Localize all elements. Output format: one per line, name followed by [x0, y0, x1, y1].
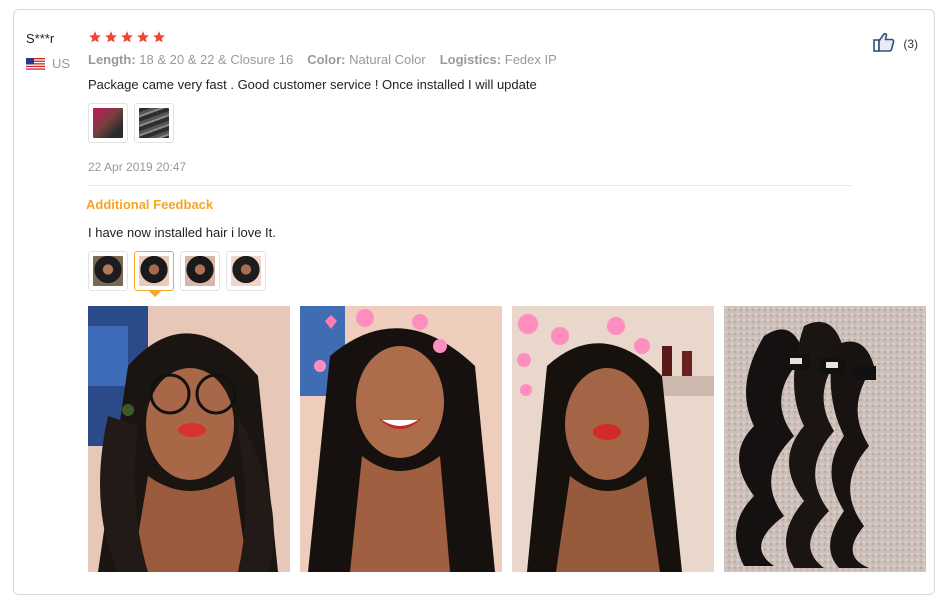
color-label: Color:	[307, 52, 346, 67]
review-text: Package came very fast . Good customer s…	[88, 77, 537, 92]
helpful-count: (3)	[903, 36, 918, 51]
additional-thumbnail[interactable]	[226, 251, 266, 291]
divider	[88, 185, 852, 186]
star-icon	[104, 30, 118, 44]
helpful-button[interactable]: (3)	[873, 32, 918, 55]
review-photo[interactable]	[724, 306, 926, 572]
color-attr: Color: Natural Color	[307, 52, 426, 67]
additional-thumbnails	[88, 251, 266, 297]
us-flag-icon	[26, 57, 45, 70]
review-photo[interactable]	[512, 306, 714, 572]
star-icon	[152, 30, 166, 44]
color-value: Natural Color	[349, 52, 426, 67]
country-code: US	[52, 56, 71, 71]
reviewer-name: S***r	[26, 31, 55, 46]
review-thumbnails	[88, 103, 174, 143]
logistics-attr: Logistics: Fedex IP	[440, 52, 557, 67]
additional-thumbnail[interactable]	[88, 251, 128, 291]
order-attributes: Length: 18 & 20 & 22 & Closure 16 Color:…	[88, 52, 557, 67]
length-value: 18 & 20 & 22 & Closure 16	[139, 52, 294, 67]
additional-feedback-title: Additional Feedback	[86, 197, 214, 212]
length-attr: Length: 18 & 20 & 22 & Closure 16	[88, 52, 293, 67]
review-photo[interactable]	[88, 306, 290, 572]
star-icon	[136, 30, 150, 44]
reviewer-country: US	[26, 56, 70, 71]
additional-thumbnail-selected[interactable]	[134, 251, 174, 297]
additional-thumbnail[interactable]	[180, 251, 220, 291]
photo-gallery	[88, 306, 926, 572]
length-label: Length:	[88, 52, 136, 67]
star-icon	[88, 30, 102, 44]
review-photo[interactable]	[300, 306, 502, 572]
review-card: S***r US Length: 18 & 20 & 22 & Closure …	[13, 9, 935, 595]
star-icon	[120, 30, 134, 44]
rating-stars	[88, 30, 166, 44]
logistics-label: Logistics:	[439, 52, 502, 67]
review-date: 22 Apr 2019 20:47	[88, 160, 187, 174]
logistics-value: Fedex IP	[504, 52, 557, 67]
additional-feedback-text: I have now installed hair i love It.	[88, 225, 276, 240]
review-thumbnail[interactable]	[88, 103, 128, 143]
thumbs-up-icon	[873, 32, 895, 55]
review-thumbnail[interactable]	[134, 103, 174, 143]
